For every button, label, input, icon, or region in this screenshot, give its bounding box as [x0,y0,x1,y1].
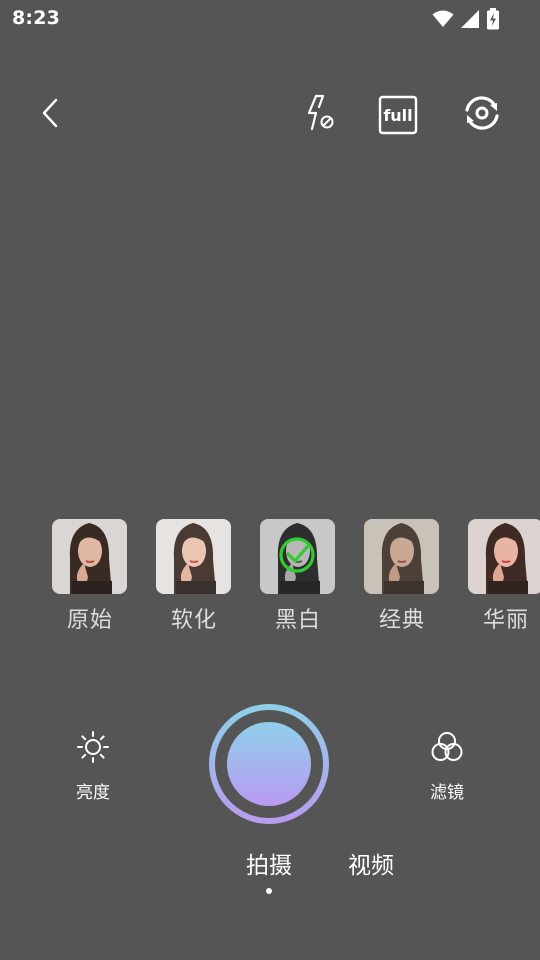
check-mark-icon [279,537,315,573]
filter-item-classic[interactable]: 经典 [364,519,440,634]
filter-item-original[interactable]: 原始 [52,519,128,634]
back-button[interactable] [28,92,74,138]
filter-label: 经典 [378,608,425,633]
portrait-photo [468,519,540,594]
filter-item-mono[interactable]: 黑白 [260,519,336,634]
flash-off-icon [302,93,336,137]
brightness-button[interactable]: 亮度 [53,730,133,803]
battery-charging-icon [486,8,500,34]
wifi-icon [432,9,454,33]
sun-icon [76,731,110,768]
filter-thumbnail [156,519,231,594]
mode-video[interactable]: 视频 [348,846,394,880]
filter-label: 软化 [170,608,217,633]
filter-thumbnail [364,519,439,594]
filter-item-gorgeous[interactable]: 华丽 [468,519,540,634]
switch-camera-button[interactable] [459,92,505,138]
filter-thumbnail [260,519,335,594]
flash-toggle-button[interactable] [296,92,342,138]
aspect-ratio-label: full [383,105,413,125]
status-time: 8:23 [12,7,61,29]
filter-label: 黑白 [274,608,321,633]
chevron-left-icon [39,97,63,133]
status-bar: 8:23 [0,0,540,38]
brightness-label: 亮度 [76,783,110,803]
switch-camera-icon [460,91,504,139]
filter-label: 原始 [66,608,113,633]
cellular-signal-icon [460,9,480,33]
mode-photo[interactable]: 拍摄 [246,846,292,880]
status-icons [432,8,500,34]
overlapping-circles-icon [429,732,465,768]
filter-label: 滤镜 [430,783,464,803]
portrait-photo [156,519,231,594]
active-mode-indicator [266,888,272,894]
filter-strip: 原始 软化 黑白 经典 华丽 [52,519,540,639]
shutter-button[interactable] [207,702,331,826]
filter-thumbnail [52,519,127,594]
filter-thumbnail [468,519,540,594]
filter-item-soft[interactable]: 软化 [156,519,232,634]
portrait-photo [52,519,127,594]
filter-label: 华丽 [482,608,529,633]
filter-button[interactable]: 滤镜 [407,730,487,803]
aspect-ratio-button[interactable]: full [375,92,421,138]
portrait-photo [364,519,439,594]
